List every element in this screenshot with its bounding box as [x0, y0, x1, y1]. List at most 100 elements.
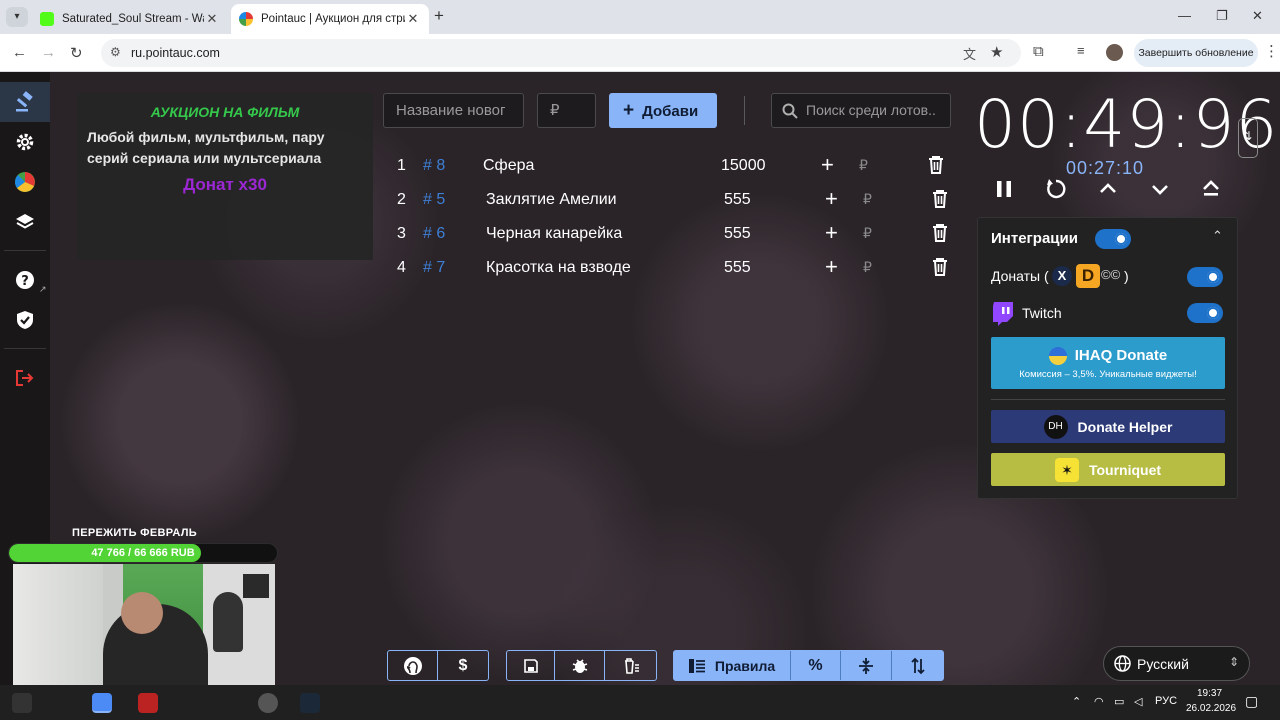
- language-select[interactable]: Русский ⇕: [1103, 646, 1250, 681]
- window-close-icon[interactable]: ✕: [1252, 8, 1263, 24]
- translate-icon[interactable]: 文: [963, 44, 976, 63]
- lot-amount[interactable]: 555: [724, 191, 751, 209]
- minimize-icon[interactable]: —: [1178, 8, 1191, 23]
- browser-menu-icon[interactable]: ⋮: [1264, 42, 1279, 60]
- taskbar-app-icon[interactable]: [138, 693, 158, 713]
- sort-button[interactable]: [892, 651, 943, 680]
- notifications-icon[interactable]: ▢: [1245, 693, 1258, 710]
- forward-icon[interactable]: →: [41, 44, 56, 61]
- rules-button[interactable]: Правила: [674, 651, 792, 680]
- tourniquet-button[interactable]: ✶ Tourniquet: [991, 453, 1225, 486]
- donate-button[interactable]: $: [438, 651, 488, 680]
- lot-name[interactable]: Красотка на взводе: [486, 259, 631, 277]
- delete-lot-icon[interactable]: [931, 257, 949, 277]
- sidebar-item-logout[interactable]: [0, 358, 50, 398]
- donate-helper-button[interactable]: DH Donate Helper: [991, 410, 1225, 443]
- shield-icon: [17, 311, 33, 329]
- donatex-logo-icon[interactable]: X: [1052, 266, 1072, 286]
- subtract-time-icon[interactable]: [1150, 178, 1170, 200]
- delete-lot-icon[interactable]: [931, 189, 949, 209]
- taskbar-steam-icon[interactable]: [300, 693, 320, 713]
- address-bar[interactable]: ⚙ ru.pointauc.com 文 ★: [101, 39, 1021, 67]
- donation-goal-text: 47 766 / 66 666 RUB: [91, 547, 195, 559]
- tab-search-button[interactable]: ▾: [6, 7, 28, 27]
- report-bug-button[interactable]: [555, 651, 605, 680]
- ihaq-donate-button[interactable]: IHAQ Donate Комиссия – 3,5%. Уникальные …: [991, 337, 1225, 389]
- maximize-icon[interactable]: ❐: [1216, 8, 1228, 24]
- clock-time[interactable]: 19:37: [1197, 688, 1222, 699]
- volume-icon[interactable]: ◁: [1134, 695, 1142, 708]
- back-icon[interactable]: ←: [12, 44, 27, 61]
- new-tab-icon[interactable]: +: [434, 6, 444, 26]
- reload-icon[interactable]: ↻: [70, 44, 83, 62]
- site-info-icon[interactable]: ⚙: [110, 45, 121, 59]
- lot-amount[interactable]: 555: [724, 225, 751, 243]
- clock-date[interactable]: 26.02.2026: [1186, 703, 1236, 714]
- lot-search-input[interactable]: Поиск среди лотов..: [771, 93, 951, 128]
- lot-amount[interactable]: 555: [724, 259, 751, 277]
- twitch-toggle[interactable]: [1187, 303, 1223, 323]
- media-control-icon[interactable]: ≡: [1077, 43, 1085, 58]
- search-icon: [782, 103, 798, 119]
- integrations-toggle[interactable]: [1095, 229, 1131, 249]
- sidebar-item-wheel[interactable]: [0, 162, 50, 202]
- add-amount-icon[interactable]: +: [821, 152, 834, 178]
- github-button[interactable]: [388, 651, 438, 680]
- battery-icon[interactable]: ▭: [1114, 695, 1124, 708]
- save-button[interactable]: [507, 651, 555, 680]
- lot-name[interactable]: Черная канарейка: [486, 225, 622, 243]
- compact-view-button[interactable]: [841, 651, 893, 680]
- ihaq-logo-icon: [1048, 346, 1067, 365]
- double-time-icon[interactable]: [1201, 178, 1221, 200]
- tab-close-icon[interactable]: ✕: [204, 11, 220, 27]
- ihaq-subtitle: Комиссия – 3,5%. Уникальные виджеты!: [1019, 368, 1197, 380]
- taskbar-chrome-icon[interactable]: [92, 693, 112, 713]
- tab-pointauc[interactable]: Pointauc | Аукцион для стриме ✕: [231, 4, 429, 34]
- tab-close-icon[interactable]: ✕: [405, 11, 421, 27]
- lot-name[interactable]: Сфера: [483, 157, 534, 175]
- tray-chevron-icon[interactable]: ⌃: [1072, 695, 1081, 708]
- lot-name[interactable]: Заклятие Амелии: [486, 191, 617, 209]
- delete-lot-icon[interactable]: [931, 223, 949, 243]
- pause-icon[interactable]: [994, 178, 1014, 200]
- new-lot-amount-input[interactable]: ₽: [537, 93, 596, 128]
- add-amount-icon[interactable]: +: [825, 254, 838, 280]
- add-lot-button[interactable]: + Добави: [609, 93, 717, 128]
- donatepay-logo-icon[interactable]: ©©: [1101, 267, 1120, 282]
- logout-icon: [16, 370, 34, 386]
- lot-amount[interactable]: 15000: [721, 157, 766, 175]
- taskbar-app-icon[interactable]: [12, 693, 32, 713]
- input-language[interactable]: РУС: [1155, 695, 1177, 707]
- links-button-group: $: [387, 650, 489, 681]
- delete-lot-icon[interactable]: [927, 155, 945, 175]
- new-lot-name-input[interactable]: Название новог: [383, 93, 524, 128]
- sidebar-item-help[interactable]: ? ↗: [0, 260, 50, 300]
- add-amount-icon[interactable]: +: [825, 220, 838, 246]
- taskbar-app-icon[interactable]: [258, 693, 278, 713]
- donationalerts-logo-icon[interactable]: D: [1076, 264, 1100, 288]
- update-button[interactable]: Завершить обновление: [1134, 39, 1258, 67]
- profile-avatar[interactable]: [1106, 44, 1123, 61]
- sidebar-item-settings[interactable]: [0, 122, 50, 162]
- sort-icon: [911, 657, 925, 674]
- wifi-icon[interactable]: ◠: [1094, 695, 1104, 708]
- sidebar-item-moderation[interactable]: [0, 300, 50, 340]
- bookmark-star-icon[interactable]: ★: [990, 43, 1003, 61]
- sidebar-item-auction[interactable]: [0, 82, 50, 122]
- collapse-chevron-icon[interactable]: ⌃: [1212, 228, 1223, 244]
- add-time-icon[interactable]: [1098, 178, 1118, 200]
- restart-icon[interactable]: [1045, 178, 1067, 200]
- browser-toolbar: ← → ↻ ⚙ ru.pointauc.com 文 ★ ⧉ ≡ Завершит…: [0, 34, 1280, 72]
- percent-button[interactable]: %: [791, 651, 841, 680]
- donations-toggle[interactable]: [1187, 267, 1223, 287]
- sidebar-divider: [4, 250, 46, 251]
- integrations-panel: Интеграции ⌃ Донаты ( X D ©© ) Twitch IH…: [977, 217, 1238, 499]
- donation-goal-title: ПЕРЕЖИТЬ ФЕВРАЛЬ: [72, 527, 197, 539]
- clear-all-button[interactable]: [605, 651, 656, 680]
- language-label: Русский: [1137, 656, 1189, 672]
- extensions-icon[interactable]: ⧉: [1033, 43, 1044, 60]
- timer-swap-button[interactable]: ⇅: [1238, 118, 1258, 158]
- add-amount-icon[interactable]: +: [825, 186, 838, 212]
- tab-saturated-soul[interactable]: Saturated_Soul Stream - Watch ✕: [32, 4, 228, 34]
- sidebar-item-history[interactable]: [0, 202, 50, 242]
